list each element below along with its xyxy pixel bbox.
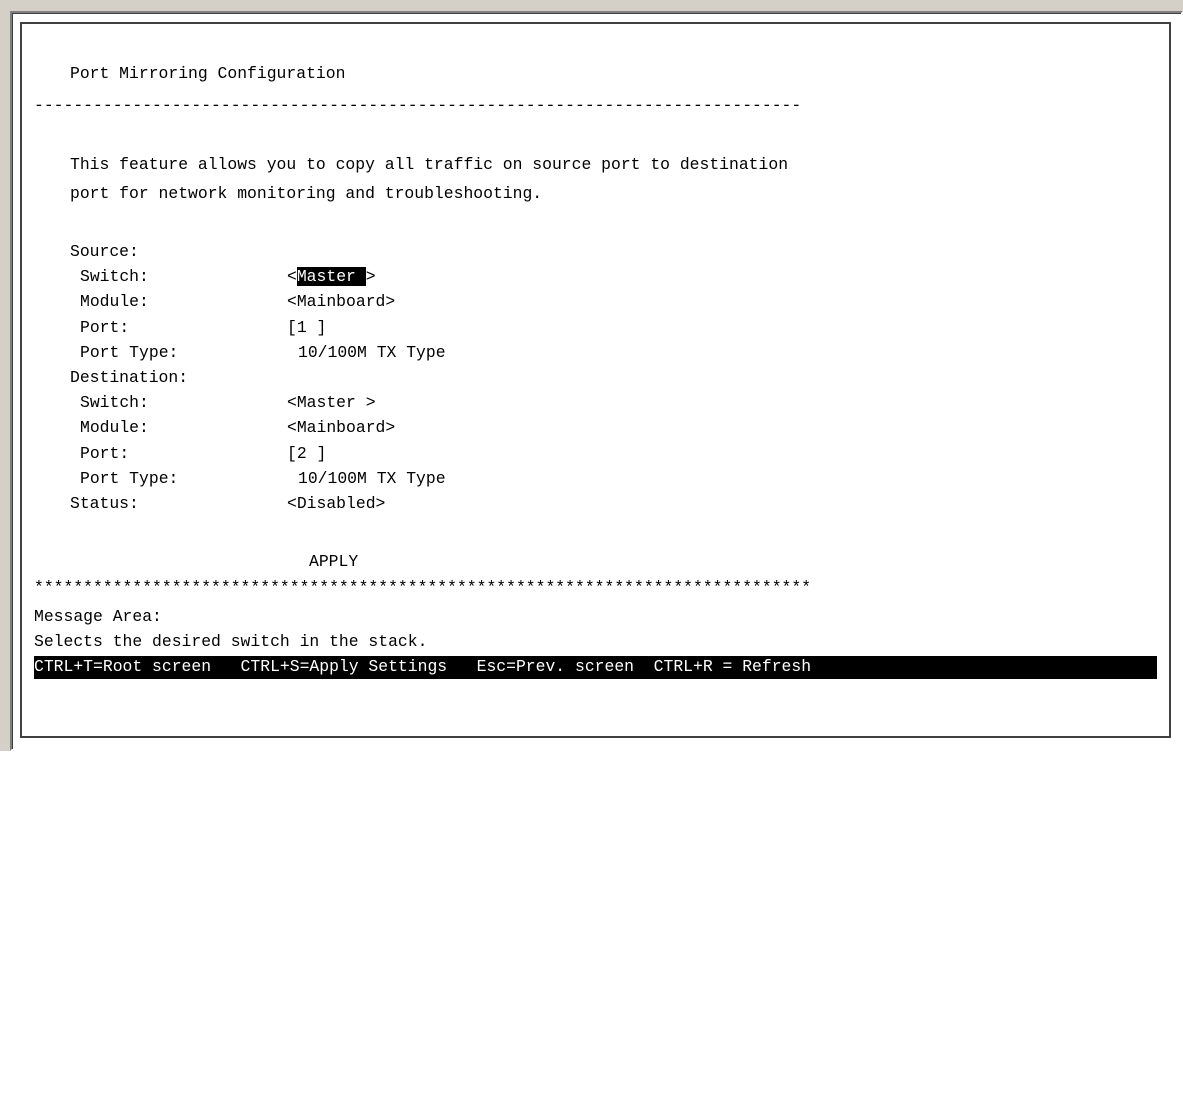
destination-switch-label: Switch: (80, 393, 149, 412)
message-area-label: Message Area: (34, 607, 162, 626)
source-switch-label: Switch: (80, 267, 149, 286)
source-switch-close: > (365, 267, 376, 286)
message-area-text: Selects the desired switch in the stack. (34, 632, 428, 651)
source-switch-value: Master (296, 267, 366, 286)
source-port-type-value: 10/100M TX Type (298, 343, 446, 362)
source-port-label: Port: (80, 318, 130, 337)
apply-button[interactable]: APPLY (309, 551, 358, 574)
source-module-field[interactable]: <Mainboard> (287, 291, 395, 314)
terminal-window: Port Mirroring Configuration -----------… (0, 0, 1183, 751)
destination-port-type-label: Port Type: (80, 469, 179, 488)
terminal-content: Port Mirroring Configuration -----------… (22, 24, 1157, 1095)
description-line-1: This feature allows you to copy all traf… (70, 155, 789, 174)
status-field[interactable]: <Disabled> (287, 493, 385, 516)
title-divider: ----------------------------------------… (34, 96, 802, 115)
source-port-field[interactable]: [1 ] (287, 317, 326, 340)
source-port-type-label: Port Type: (80, 343, 179, 362)
description-line-2: port for network monitoring and troubles… (70, 184, 543, 203)
hotkey-bar: CTRL+T=Root screen CTRL+S=Apply Settings… (34, 656, 1157, 679)
destination-port-field[interactable]: [2 ] (287, 443, 326, 466)
source-switch-open: < (287, 267, 297, 286)
destination-module-field[interactable]: <Mainboard> (287, 417, 395, 440)
destination-switch-field[interactable]: <Master > (287, 392, 376, 415)
destination-heading: Destination: (70, 368, 189, 387)
destination-port-label: Port: (80, 444, 130, 463)
destination-module-label: Module: (80, 418, 149, 437)
status-label: Status: (70, 494, 139, 513)
source-heading: Source: (70, 242, 139, 261)
source-module-label: Module: (80, 292, 149, 311)
page-title: Port Mirroring Configuration (70, 64, 346, 83)
destination-port-type-value: 10/100M TX Type (298, 469, 446, 488)
source-switch-field[interactable]: <Master > (287, 266, 376, 289)
message-divider: ****************************************… (34, 578, 812, 597)
